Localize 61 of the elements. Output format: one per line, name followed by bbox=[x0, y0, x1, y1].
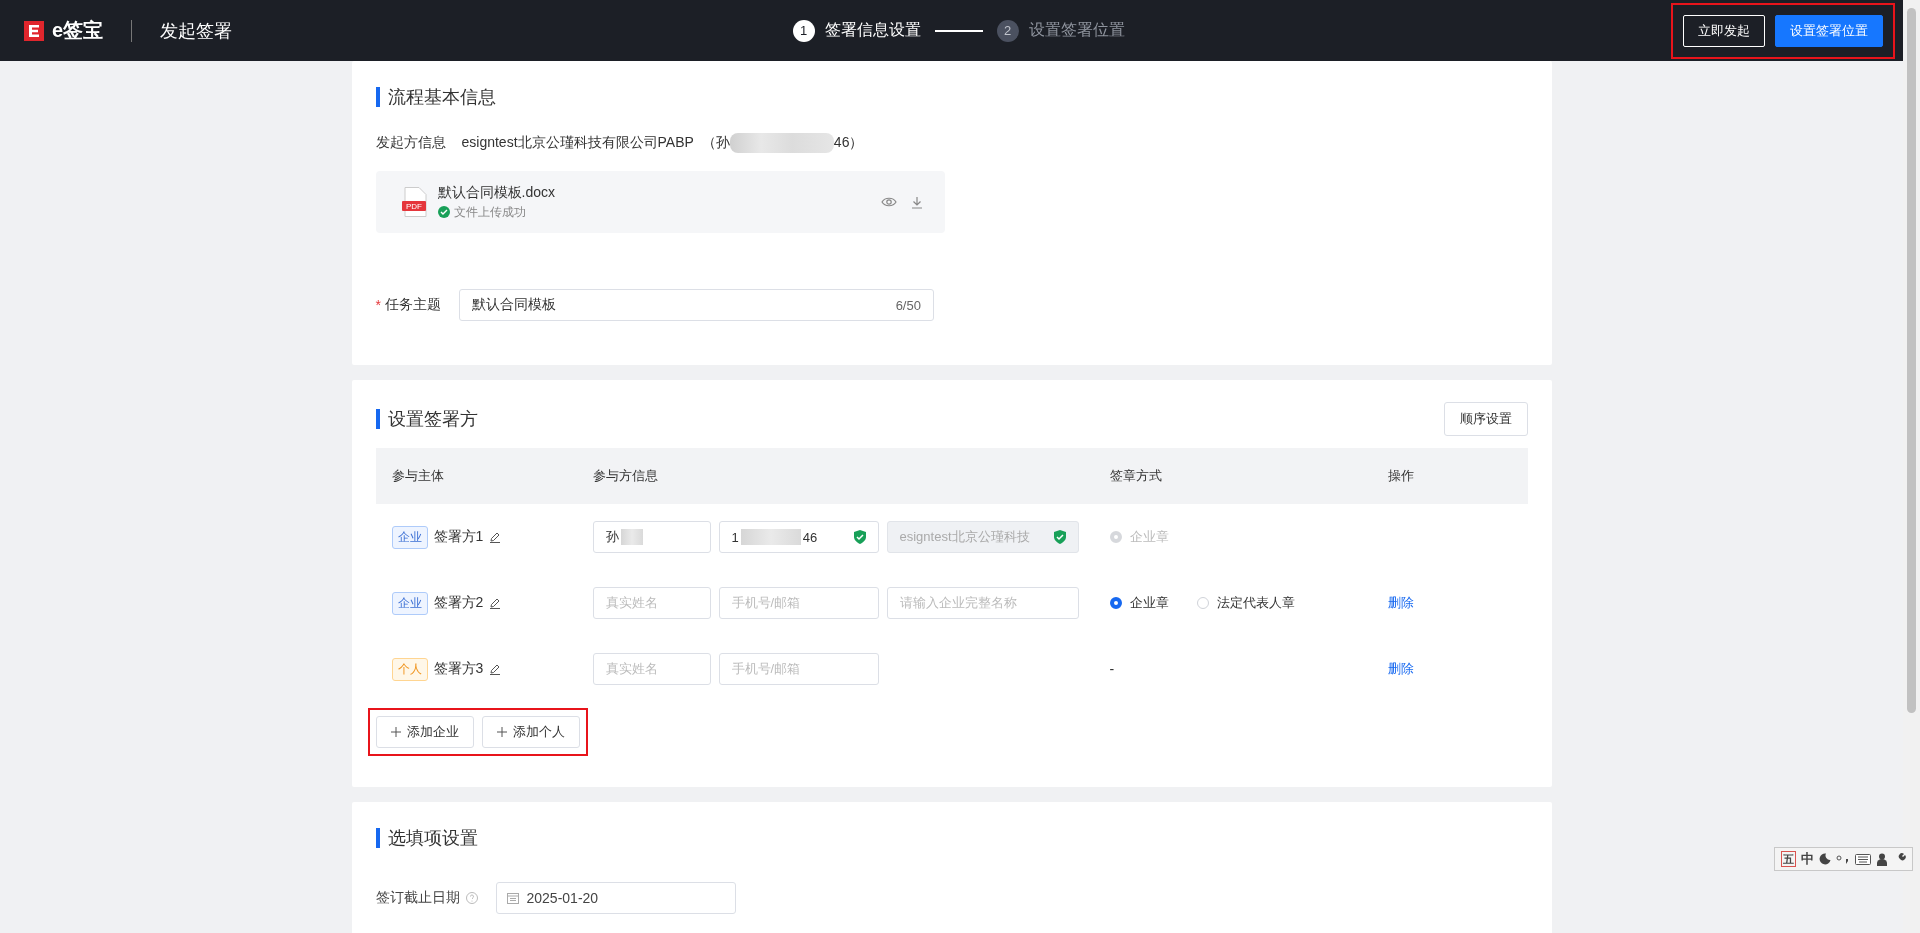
upload-status: 文件上传成功 bbox=[453, 203, 526, 221]
contact-text: 46） bbox=[833, 134, 864, 152]
field-label: 发起方信息 bbox=[375, 134, 446, 152]
column-header: 参与方信息 bbox=[591, 448, 1109, 504]
eye-icon[interactable] bbox=[880, 195, 897, 208]
required-mark: * bbox=[375, 297, 381, 313]
success-icon bbox=[437, 206, 450, 218]
file-name: 默认合同模板.docx bbox=[437, 183, 555, 202]
input-field[interactable]: 1 46 bbox=[718, 521, 879, 553]
person-icon[interactable] bbox=[1876, 852, 1888, 866]
field-label: 任务主题 bbox=[384, 296, 441, 314]
type-tag: 企业 bbox=[391, 591, 428, 615]
order-settings-button[interactable]: 顺序设置 bbox=[1443, 402, 1528, 436]
section-title: 设置签署方 bbox=[375, 409, 478, 429]
seal-radio[interactable]: 法定代表人章 bbox=[1196, 594, 1295, 612]
logo-icon bbox=[24, 20, 44, 41]
ime-mode-button[interactable]: 五 bbox=[1781, 851, 1796, 867]
scrollbar[interactable] bbox=[1903, 0, 1920, 933]
date-field[interactable]: 2025-01-20 bbox=[495, 882, 736, 914]
section-title: 选填项设置 bbox=[375, 828, 1528, 848]
calendar-icon bbox=[506, 892, 519, 904]
pdf-file-icon: PDF bbox=[401, 187, 428, 217]
company-name: esigntest北京公瑾科技有限公司PABP bbox=[461, 134, 694, 152]
step-number: 1 bbox=[792, 19, 815, 42]
contact-text: （孙 bbox=[701, 134, 730, 152]
set-position-button[interactable]: 设置签署位置 bbox=[1775, 14, 1883, 47]
pencil-icon[interactable] bbox=[489, 531, 502, 543]
ime-mode-button[interactable]: 中 bbox=[1801, 852, 1814, 866]
step-label[interactable]: 设置签署位置 bbox=[1028, 20, 1125, 41]
type-tag: 个人 bbox=[391, 657, 428, 681]
plus-icon bbox=[390, 727, 401, 737]
field-label: 签订截止日期 bbox=[375, 889, 460, 907]
brand-name: e签宝 bbox=[52, 18, 104, 43]
signer-name: 签署方2 bbox=[433, 594, 484, 612]
subject-field[interactable]: 默认合同模板 6/50 bbox=[458, 289, 934, 321]
column-header: 操作 bbox=[1386, 448, 1528, 504]
seal-text: - bbox=[1109, 661, 1115, 677]
pencil-icon[interactable] bbox=[489, 597, 502, 609]
type-tag: 企业 bbox=[391, 525, 428, 549]
input-field[interactable]: 孙 bbox=[592, 521, 711, 553]
download-icon[interactable] bbox=[910, 195, 923, 209]
delete-link[interactable]: 删除 bbox=[1387, 661, 1414, 676]
section-title: 流程基本信息 bbox=[375, 87, 1528, 107]
plus-icon bbox=[496, 727, 507, 737]
add-button[interactable]: 添加个人 bbox=[481, 716, 580, 748]
pencil-icon[interactable] bbox=[489, 663, 502, 675]
keyboard-icon[interactable] bbox=[1855, 853, 1871, 865]
delete-link[interactable]: 删除 bbox=[1387, 595, 1414, 610]
column-header: 签章方式 bbox=[1108, 448, 1387, 504]
signer-name: 签署方3 bbox=[433, 660, 484, 678]
add-button[interactable]: 添加企业 bbox=[375, 716, 474, 748]
page-title: 发起签署 bbox=[160, 19, 233, 43]
start-button[interactable]: 立即发起 bbox=[1683, 14, 1765, 47]
radio-button[interactable] bbox=[1109, 597, 1122, 609]
signer-name: 签署方1 bbox=[433, 528, 484, 546]
punctuation-icon[interactable] bbox=[1836, 853, 1850, 865]
seal-radio[interactable]: 企业章 bbox=[1109, 594, 1169, 612]
step-number: 2 bbox=[996, 19, 1019, 42]
column-header: 参与主体 bbox=[375, 448, 592, 504]
moon-icon[interactable] bbox=[1819, 853, 1831, 865]
step-label[interactable]: 签署信息设置 bbox=[824, 20, 921, 41]
